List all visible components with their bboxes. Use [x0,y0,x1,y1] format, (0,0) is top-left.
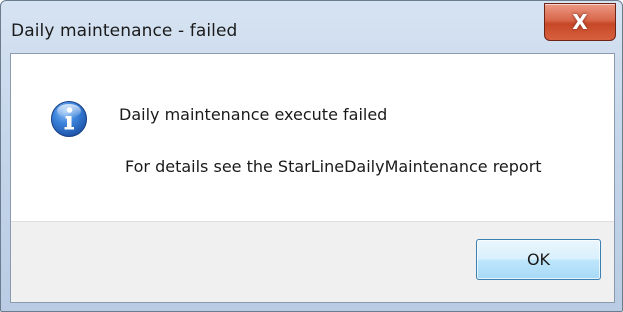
close-button[interactable]: X [544,3,616,41]
ok-button[interactable]: OK [476,239,601,280]
dialog-window: Daily maintenance - failed X Daily maint… [0,0,623,312]
information-icon [51,101,87,137]
title-bar[interactable]: Daily maintenance - failed X [1,1,622,53]
message-detail-text: For details see the StarLineDailyMainten… [125,157,542,176]
close-icon: X [572,10,588,34]
window-title: Daily maintenance - failed [11,21,238,41]
message-text: Daily maintenance execute failed [119,105,388,124]
dialog-content: Daily maintenance execute failed For det… [10,53,615,303]
button-bar: OK [11,221,614,302]
